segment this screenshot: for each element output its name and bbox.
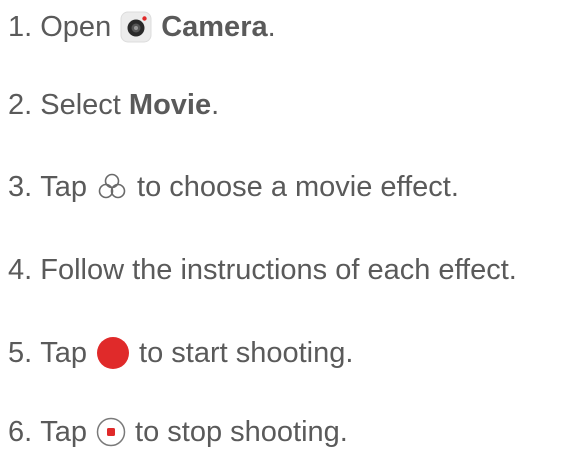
step-number: 5. bbox=[8, 337, 33, 369]
step-2: 2. Select Movie. bbox=[8, 87, 219, 123]
step-punct: . bbox=[211, 89, 220, 121]
step-text: to choose a movie effect. bbox=[137, 171, 459, 203]
movie-effect-icon bbox=[96, 171, 128, 203]
step-text: Tap bbox=[40, 171, 88, 203]
movie-mode-name: Movie bbox=[128, 89, 212, 121]
stop-button-icon bbox=[96, 417, 126, 447]
step-number: 6. bbox=[8, 416, 33, 448]
record-button-icon bbox=[96, 336, 130, 370]
step-text: Follow the instructions of each effect. bbox=[40, 254, 517, 286]
step-punct: . bbox=[267, 11, 276, 43]
step-text: Tap bbox=[40, 337, 88, 369]
camera-app-name: Camera bbox=[161, 11, 268, 43]
step-number: 3. bbox=[8, 171, 33, 203]
step-text: to stop shooting. bbox=[135, 416, 348, 448]
step-5: 5. Tap to start shooting. bbox=[8, 335, 353, 371]
step-1: 1. Open Camera. bbox=[8, 9, 276, 45]
step-text: to start shooting. bbox=[139, 337, 354, 369]
step-4: 4. Follow the instructions of each effec… bbox=[8, 252, 517, 288]
step-number: 1. bbox=[8, 11, 33, 43]
step-text: Open bbox=[40, 11, 112, 43]
step-3: 3. Tap to choose a movie effect. bbox=[8, 169, 459, 205]
step-6: 6. Tap to stop shooting. bbox=[8, 414, 348, 450]
step-number: 4. bbox=[8, 254, 33, 286]
step-text: Tap bbox=[40, 416, 88, 448]
camera-app-icon bbox=[120, 11, 152, 43]
step-number: 2. bbox=[8, 89, 33, 121]
step-text: Select bbox=[40, 89, 121, 121]
